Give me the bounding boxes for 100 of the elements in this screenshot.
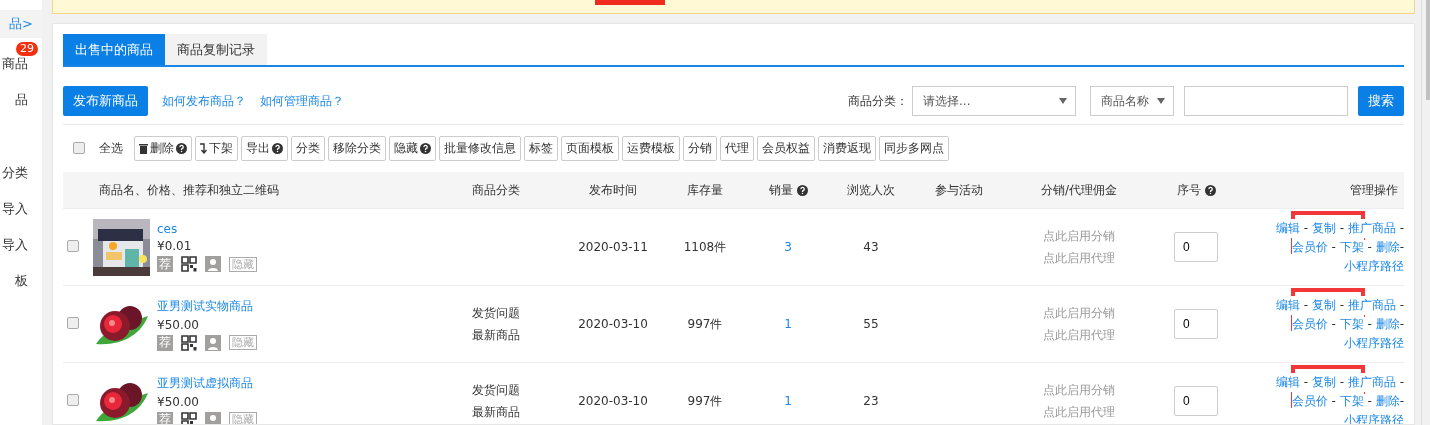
column-header: 库存量 [687, 181, 723, 199]
column-header: 浏览人次 [847, 181, 895, 199]
sales-link[interactable]: 1 [735, 317, 841, 331]
sales-link[interactable]: 3 [735, 240, 841, 254]
action-link[interactable]: 推广商品 [1347, 295, 1396, 315]
tab[interactable]: 商品复制记录 [165, 34, 267, 65]
action-link[interactable]: 推广商品 [1347, 372, 1396, 392]
stock-text: 1108件 [682, 238, 728, 256]
column-header: 商品名、价格、推荐和独立二维码 [99, 181, 279, 199]
column-header: 参与活动 [935, 181, 983, 199]
toolbar-button[interactable]: 导出 [241, 135, 288, 161]
views-text: 23 [862, 394, 880, 408]
help-link[interactable]: 如何发布商品？ [162, 92, 246, 110]
user-icon[interactable] [205, 411, 221, 424]
toolbar-button[interactable]: 同步多网点 [879, 135, 949, 161]
caret-icon [1059, 98, 1067, 104]
toolbar-button[interactable]: 消费返现 [818, 135, 876, 161]
product-name[interactable]: 亚男测试实物商品 [157, 297, 257, 315]
action-link[interactable]: 编辑 [1275, 295, 1300, 315]
column-header: 管理操作 [1350, 181, 1398, 199]
category-text: 最新商品 [472, 326, 520, 344]
date-text: 2020-03-10 [577, 394, 649, 408]
user-icon[interactable] [205, 334, 221, 351]
enable-link[interactable]: 点此启用代理 [1043, 403, 1115, 421]
sidebar-item[interactable]: 分类 [0, 155, 42, 191]
product-price: ¥0.01 [157, 239, 193, 253]
count-badge: 29 [16, 42, 38, 56]
order-field[interactable]: 0 [1174, 386, 1218, 416]
date-text: 2020-03-10 [577, 317, 649, 331]
checkbox[interactable] [67, 316, 79, 329]
hidden-tag[interactable]: 隐藏 [229, 335, 257, 350]
search-button[interactable]: 搜索 [1358, 86, 1404, 116]
sidebar-item[interactable]: 导入 [0, 191, 42, 227]
toolbar-button[interactable]: 页面模板 [561, 135, 619, 161]
toolbar-button[interactable]: 隐藏 [389, 135, 436, 161]
select-all-label: 全选 [99, 139, 123, 157]
order-field[interactable]: 0 [1174, 232, 1218, 262]
toolbar-button[interactable]: 下架 [195, 135, 238, 161]
qr-code-icon[interactable] [181, 411, 197, 424]
toolbar-button[interactable]: 代理 [720, 135, 754, 161]
column-header: 销量 [768, 181, 793, 199]
date-text: 2020-03-11 [577, 240, 649, 254]
hidden-tag[interactable]: 隐藏 [229, 256, 257, 272]
action-link[interactable]: 推广商品 [1347, 218, 1396, 238]
stock-text: 997件 [686, 315, 724, 333]
help-link[interactable]: 如何管理商品？ [260, 92, 344, 110]
sidebar-item[interactable]: 品> [0, 10, 42, 38]
recommend-tag[interactable]: 荐 [157, 411, 173, 424]
recommend-tag[interactable]: 荐 [157, 334, 173, 351]
search-field[interactable] [1184, 86, 1348, 116]
checkbox[interactable] [73, 142, 85, 154]
sidebar-item[interactable]: 品 [0, 82, 42, 118]
qr-code-icon[interactable] [181, 334, 197, 351]
enable-link[interactable]: 点此启用代理 [1043, 249, 1115, 267]
toolbar-button[interactable]: 会员权益 [757, 135, 815, 161]
enable-link[interactable]: 点此启用分销 [1043, 381, 1115, 399]
hidden-tag[interactable]: 隐藏 [229, 412, 257, 424]
category-select[interactable]: 请选择... [912, 86, 1076, 116]
qr-code-icon[interactable] [181, 256, 197, 272]
caret-icon [1157, 98, 1165, 104]
product-price: ¥50.00 [157, 317, 200, 332]
enable-link[interactable]: 点此启用代理 [1043, 326, 1115, 344]
toolbar-button[interactable]: 批量修改信息 [439, 135, 521, 161]
action-link[interactable]: 编辑 [1275, 372, 1300, 392]
column-header: 商品分类 [472, 181, 520, 199]
tab[interactable]: 出售中的商品 [63, 34, 165, 65]
category-text: 发货问题 [472, 304, 520, 322]
category-text: 发货问题 [472, 381, 520, 399]
sidebar-item[interactable]: 板 [0, 263, 42, 299]
product-price: ¥50.00 [157, 394, 200, 409]
toolbar-button[interactable]: 运费模板 [622, 135, 680, 161]
category-text: 最新商品 [472, 403, 520, 421]
recommend-tag[interactable]: 荐 [157, 256, 173, 272]
column-header: 分销/代理佣金 [1040, 181, 1117, 199]
checkbox[interactable] [67, 239, 79, 252]
toolbar-button[interactable]: 分类 [291, 135, 325, 161]
field-select[interactable]: 商品名称 [1090, 86, 1174, 116]
toolbar-button[interactable]: 移除分类 [328, 135, 386, 161]
user-icon[interactable] [205, 256, 221, 272]
column-header: 序号 [1176, 181, 1201, 199]
trash-icon [139, 142, 148, 154]
sales-link[interactable]: 1 [735, 394, 841, 408]
toolbar-button[interactable]: 分销 [683, 135, 717, 161]
product-name[interactable]: 亚男测试虚拟商品 [157, 374, 257, 392]
down-arrow-icon [200, 142, 207, 154]
toolbar-button[interactable]: 标签 [524, 135, 558, 161]
enable-link[interactable]: 点此启用分销 [1043, 227, 1115, 245]
product-name[interactable]: ces [157, 222, 257, 236]
action-link[interactable]: 编辑 [1275, 218, 1300, 238]
views-text: 55 [862, 317, 880, 331]
checkbox[interactable] [67, 393, 79, 406]
views-text: 43 [862, 240, 880, 254]
publish-button[interactable]: 发布新商品 [63, 86, 148, 116]
stock-text: 997件 [686, 392, 724, 410]
sidebar-item[interactable]: 导入 [0, 227, 42, 263]
toolbar-button[interactable]: 删除 [134, 135, 192, 161]
enable-link[interactable]: 点此启用分销 [1043, 304, 1115, 322]
column-header: 发布时间 [589, 181, 637, 199]
filter-label: 商品分类： [848, 92, 908, 110]
order-field[interactable]: 0 [1174, 309, 1218, 339]
